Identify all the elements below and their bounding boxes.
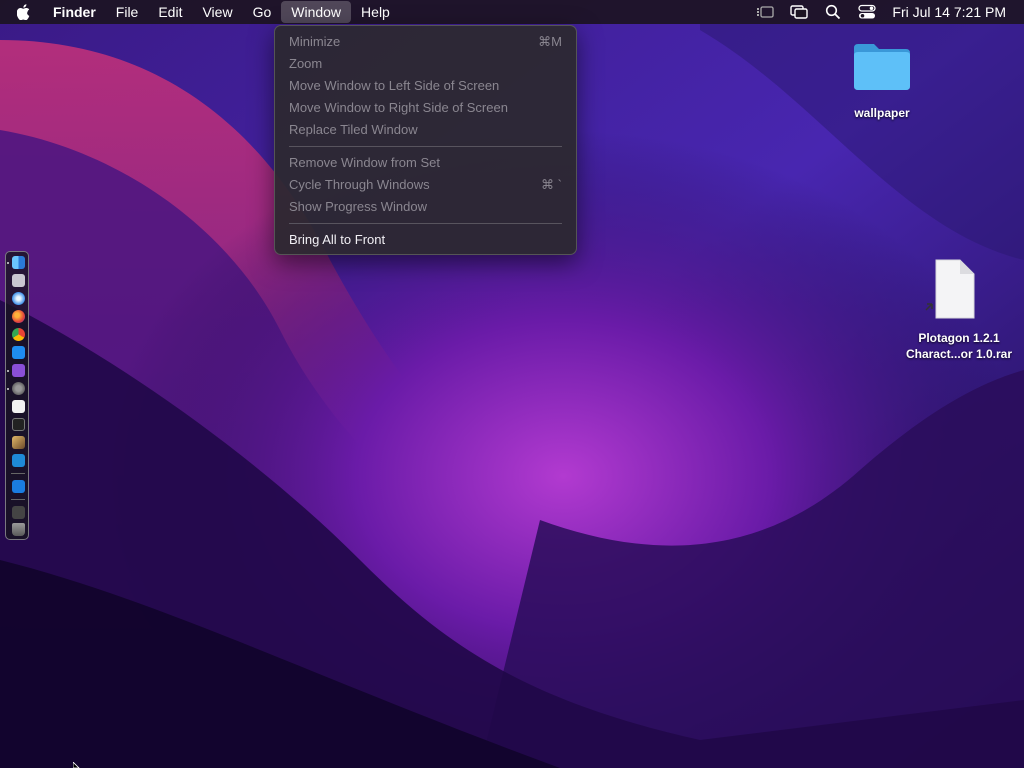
menu-item-move-right[interactable]: Move Window to Right Side of Screen [289,98,562,118]
menu-window[interactable]: Window [281,1,352,23]
maxthon-icon[interactable] [12,480,25,493]
menu-edit[interactable]: Edit [148,1,192,23]
system-preferences-icon[interactable] [12,382,25,395]
dock-separator [11,473,25,474]
menu-separator [289,146,562,147]
desktop-folder-wallpaper[interactable]: wallpaper [842,40,922,120]
menu-item-label: Minimize [289,34,341,49]
dock [5,251,29,540]
desktop-file-plotagon[interactable]: Plotagon 1.2.1 Charact...or 1.0.rar [900,258,1018,362]
launchpad-icon[interactable] [12,274,25,287]
running-indicator [7,370,9,372]
menu-item-label: Bring All to Front [289,232,386,247]
file-label-line1: Plotagon 1.2.1 [918,331,1000,345]
file-label-line2: Charact...or 1.0.rar [905,347,1013,361]
app-store-icon[interactable] [12,346,25,359]
menu-file[interactable]: File [106,1,149,23]
apple-menu-icon[interactable] [17,3,35,21]
menu-item-shortcut: ⌘M [538,34,562,49]
menu-item-minimize[interactable]: Minimize ⌘M [289,32,562,52]
menu-item-label: Move Window to Left Side of Screen [289,78,500,93]
menu-help[interactable]: Help [351,1,400,23]
folder-label: wallpaper [854,106,910,120]
screen-mirroring-icon[interactable] [788,3,810,21]
menu-item-cycle-windows[interactable]: Cycle Through Windows ⌘ ` [289,175,562,195]
menu-item-remove-from-set[interactable]: Remove Window from Set [289,153,562,173]
menu-item-label: Show Progress Window [289,199,427,214]
downloads-icon[interactable] [12,506,25,519]
menu-item-replace-tiled[interactable]: Replace Tiled Window [289,120,562,140]
textedit-icon[interactable] [12,400,25,413]
menu-item-label: Cycle Through Windows [289,177,430,192]
menu-item-label: Zoom [289,56,323,71]
menu-item-label: Replace Tiled Window [289,122,418,137]
menu-go[interactable]: Go [243,1,282,23]
menu-item-shortcut: ⌘ ` [541,177,562,192]
visual-studio-icon[interactable] [12,364,25,377]
menu-bar-clock[interactable]: Fri Jul 14 7:21 PM [892,4,1006,20]
menu-item-label: Move Window to Right Side of Screen [289,100,508,115]
chrome-icon[interactable] [12,328,25,341]
vscode-icon[interactable] [12,454,25,467]
firefox-icon[interactable] [12,310,25,323]
menu-separator [289,223,562,224]
safari-icon[interactable] [12,292,25,305]
menu-app-finder[interactable]: Finder [43,1,106,23]
window-menu-dropdown: Minimize ⌘M Zoom Move Window to Left Sid… [274,25,577,255]
terminal-icon[interactable] [12,418,25,431]
menu-item-label: Remove Window from Set [289,155,440,170]
trash-icon[interactable] [12,523,25,536]
spotlight-search-icon[interactable] [822,3,844,21]
menu-view[interactable]: View [192,1,242,23]
stage-manager-icon[interactable] [754,3,776,21]
menu-item-bring-all-to-front[interactable]: Bring All to Front [289,230,562,250]
menu-item-show-progress[interactable]: Show Progress Window [289,197,562,217]
control-center-icon[interactable] [856,3,878,21]
menu-item-zoom[interactable]: Zoom [289,54,562,74]
folder-icon [854,44,910,90]
menu-item-move-left[interactable]: Move Window to Left Side of Screen [289,76,562,96]
finder-icon[interactable] [12,256,25,269]
document-alias-icon [925,259,975,319]
menu-bar: Finder File Edit View Go Window Help Fri… [0,0,1024,24]
brush-icon[interactable] [12,436,25,449]
running-indicator [7,388,9,390]
running-indicator [7,262,9,264]
mouse-cursor-icon [73,762,80,768]
dock-separator [11,499,25,500]
